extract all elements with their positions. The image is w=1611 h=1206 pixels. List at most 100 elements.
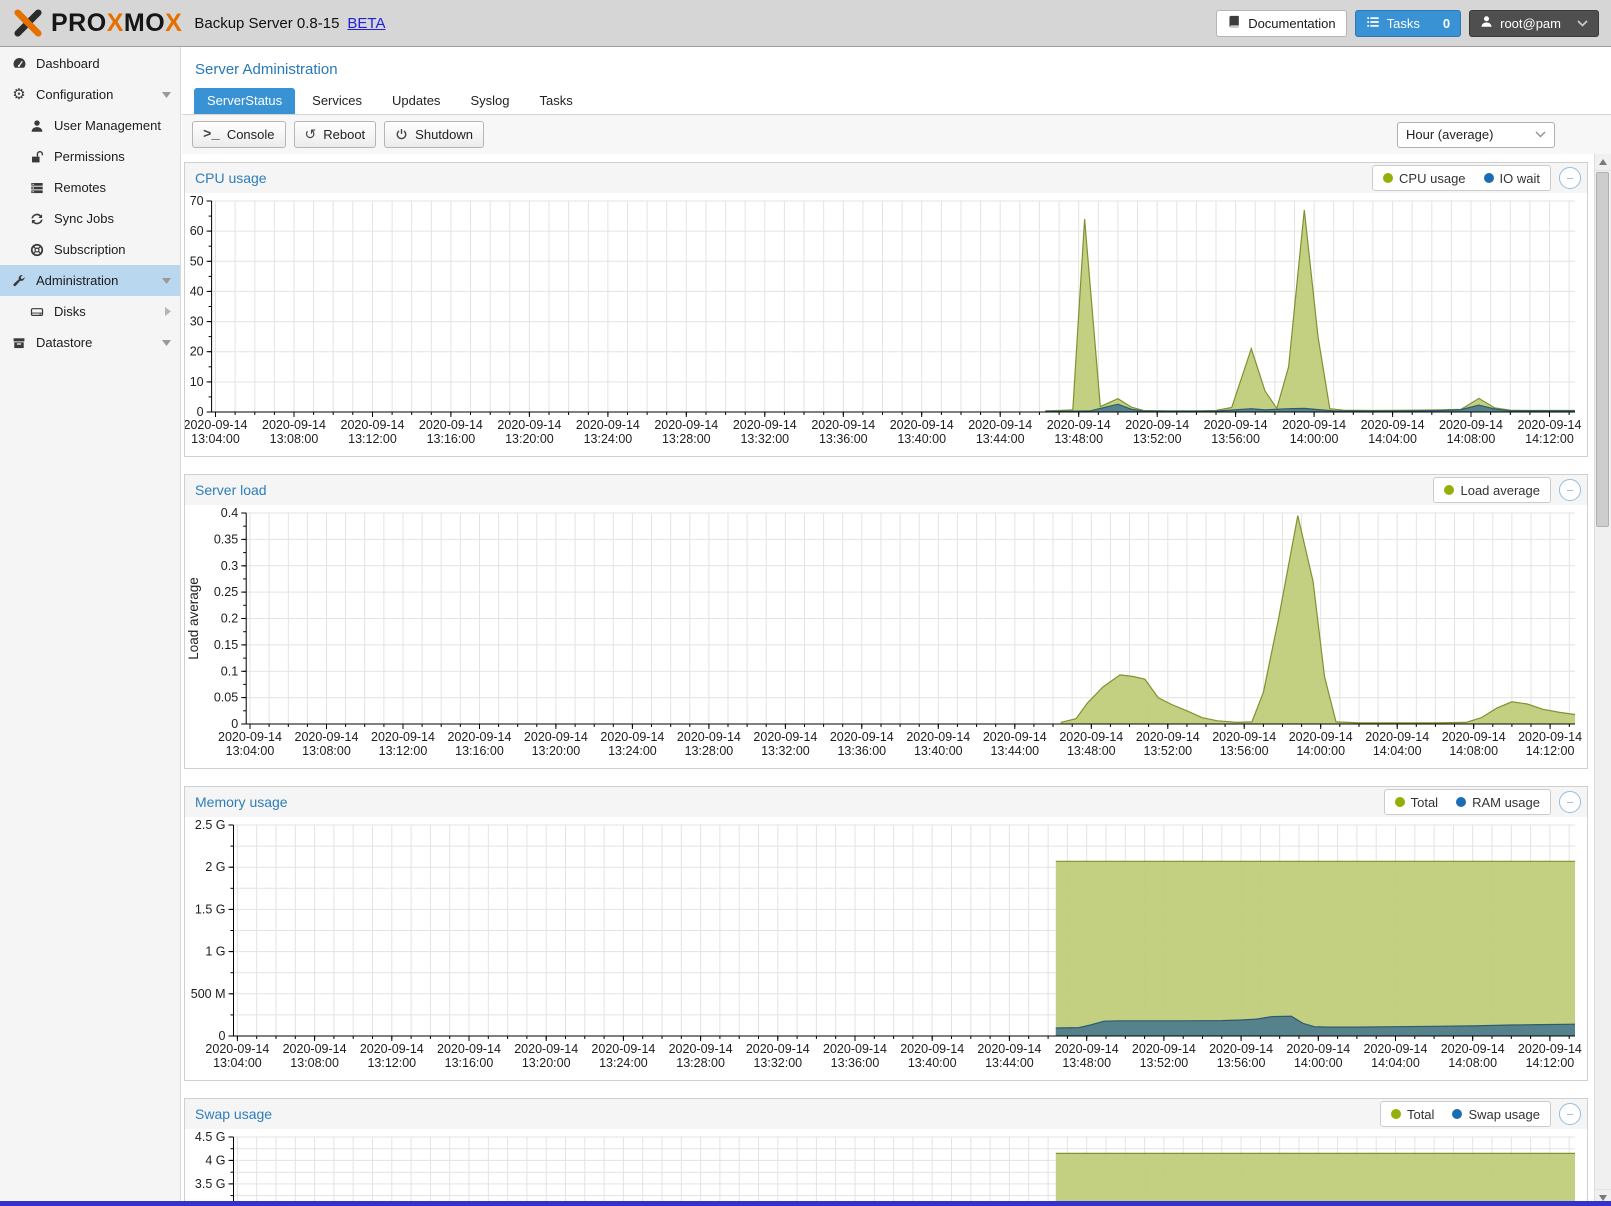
legend-item-ram-usage[interactable]: RAM usage [1456, 795, 1540, 810]
sidebar-item-label: Configuration [36, 87, 113, 102]
sidebar-item-subscription[interactable]: Subscription [0, 234, 180, 265]
time-period-select[interactable]: Hour (average) [1397, 122, 1555, 148]
chevron-down-icon[interactable] [162, 92, 171, 98]
sidebar-nav: Dashboard⚙ConfigurationUser ManagementPe… [0, 47, 181, 1206]
reboot-label: Reboot [323, 127, 365, 142]
svg-text:2020-09-14: 2020-09-14 [1209, 1042, 1273, 1056]
svg-text:1 G: 1 G [205, 945, 225, 959]
user-icon [28, 119, 46, 133]
svg-text:20: 20 [190, 345, 204, 359]
sidebar-item-sync-jobs[interactable]: Sync Jobs [0, 203, 180, 234]
svg-text:14:12:00: 14:12:00 [1526, 744, 1575, 758]
tasks-button[interactable]: Tasks 0 [1355, 10, 1461, 37]
collapse-panel-button[interactable]: − [1559, 479, 1581, 501]
tab-serverstatus[interactable]: ServerStatus [194, 88, 295, 114]
svg-text:2020-09-14: 2020-09-14 [746, 1042, 810, 1056]
svg-text:14:12:00: 14:12:00 [1525, 432, 1574, 446]
legend-item-swap-usage[interactable]: Swap usage [1452, 1107, 1540, 1122]
svg-text:2020-09-14: 2020-09-14 [341, 418, 405, 432]
panel-header-memory: Memory usage Total RAM usage − [185, 787, 1587, 817]
sidebar-item-dashboard[interactable]: Dashboard [0, 48, 180, 79]
chevron-down-icon [1535, 131, 1546, 138]
svg-text:0.35: 0.35 [214, 532, 238, 546]
datastore-icon [10, 336, 28, 350]
chevron-down-icon[interactable] [162, 278, 171, 284]
svg-text:2020-09-14: 2020-09-14 [600, 730, 664, 744]
sidebar-item-configuration[interactable]: ⚙Configuration [0, 79, 180, 110]
svg-text:2020-09-14: 2020-09-14 [524, 730, 588, 744]
brand-wordmark: PROXMOX [51, 9, 182, 38]
svg-text:13:12:00: 13:12:00 [348, 432, 397, 446]
collapse-panel-button[interactable]: − [1559, 1103, 1581, 1125]
sidebar-item-datastore[interactable]: Datastore [0, 327, 180, 358]
legend-swap: Total Swap usage [1380, 1101, 1551, 1127]
scroll-up-button[interactable] [1595, 154, 1611, 171]
legend-memory: Total RAM usage [1384, 789, 1551, 815]
svg-text:2020-09-14: 2020-09-14 [1518, 730, 1582, 744]
sidebar-item-administration[interactable]: Administration [0, 265, 180, 296]
svg-text:13:40:00: 13:40:00 [897, 432, 946, 446]
user-menu-button[interactable]: root@pam [1469, 10, 1599, 37]
sidebar-item-disks[interactable]: Disks [0, 296, 180, 327]
tab-services[interactable]: Services [299, 88, 375, 114]
svg-text:14:12:00: 14:12:00 [1526, 1056, 1575, 1070]
legend-item-total[interactable]: Total [1395, 795, 1438, 810]
panel-header-swap: Swap usageTotal Swap usage− [185, 1099, 1587, 1129]
chevron-down-icon[interactable] [162, 340, 171, 346]
svg-text:2020-09-14: 2020-09-14 [1289, 730, 1353, 744]
svg-text:2020-09-14: 2020-09-14 [1132, 1042, 1196, 1056]
tasks-label: Tasks [1387, 16, 1420, 31]
console-button[interactable]: >_ Console [192, 121, 286, 148]
sidebar-item-user-management[interactable]: User Management [0, 110, 180, 141]
svg-text:13:24:00: 13:24:00 [608, 744, 657, 758]
legend-dot-icon [1395, 797, 1405, 807]
legend-label: Total [1407, 1107, 1434, 1122]
svg-text:2020-09-14: 2020-09-14 [1441, 1042, 1505, 1056]
scrollbar-thumb[interactable] [1596, 172, 1609, 527]
legend-item-load-average[interactable]: Load average [1444, 483, 1540, 498]
sidebar-item-permissions[interactable]: Permissions [0, 141, 180, 172]
reboot-button[interactable]: ↺ Reboot [294, 121, 377, 148]
legend-dot-icon [1391, 1109, 1401, 1119]
tab-tasks[interactable]: Tasks [526, 88, 585, 114]
panel-header-cpu: CPU usageCPU usageIO wait− [185, 163, 1587, 193]
shutdown-button[interactable]: Shutdown [384, 121, 484, 148]
svg-text:2020-09-14: 2020-09-14 [983, 730, 1047, 744]
task-list-icon [1366, 15, 1380, 32]
svg-text:13:44:00: 13:44:00 [976, 432, 1025, 446]
svg-text:2020-09-14: 2020-09-14 [811, 418, 875, 432]
sidebar-item-remotes[interactable]: Remotes [0, 172, 180, 203]
svg-text:2020-09-14: 2020-09-14 [1204, 418, 1268, 432]
svg-text:13:32:00: 13:32:00 [761, 744, 810, 758]
beta-link[interactable]: BETA [347, 15, 385, 32]
collapse-panel-button[interactable]: − [1559, 167, 1581, 189]
svg-text:13:12:00: 13:12:00 [379, 744, 428, 758]
svg-text:14:08:00: 14:08:00 [1448, 1056, 1497, 1070]
legend-label: RAM usage [1472, 795, 1540, 810]
collapse-panel-button[interactable]: − [1559, 791, 1581, 813]
chevron-right-icon[interactable] [165, 307, 171, 316]
scroll-up-icon [1599, 159, 1607, 165]
legend-item-io-wait[interactable]: IO wait [1484, 171, 1540, 186]
panel-title-memory: Memory usage [195, 794, 1384, 810]
svg-text:0: 0 [219, 1029, 226, 1043]
svg-text:2020-09-14: 2020-09-14 [1518, 1042, 1582, 1056]
svg-text:500 M: 500 M [191, 987, 226, 1001]
documentation-button[interactable]: Documentation [1216, 10, 1346, 37]
vertical-scrollbar[interactable] [1594, 154, 1611, 1206]
svg-text:2020-09-14: 2020-09-14 [977, 1042, 1041, 1056]
svg-text:0.2: 0.2 [221, 612, 238, 626]
svg-text:2020-09-14: 2020-09-14 [733, 418, 797, 432]
legend-dot-icon [1452, 1109, 1462, 1119]
remotes-icon [28, 181, 46, 195]
svg-text:2020-09-14: 2020-09-14 [669, 1042, 733, 1056]
svg-text:14:04:00: 14:04:00 [1368, 432, 1417, 446]
legend-item-cpu-usage[interactable]: CPU usage [1383, 171, 1465, 186]
tab-updates[interactable]: Updates [379, 88, 453, 114]
svg-text:0.1: 0.1 [221, 664, 238, 678]
svg-text:4.5 G: 4.5 G [195, 1130, 226, 1144]
legend-label: CPU usage [1399, 171, 1465, 186]
tab-syslog[interactable]: Syslog [457, 88, 522, 114]
panel-memory: Memory usageTotalRAM usage−0500 M1 G1.5 … [184, 786, 1588, 1081]
legend-item-total[interactable]: Total [1391, 1107, 1434, 1122]
